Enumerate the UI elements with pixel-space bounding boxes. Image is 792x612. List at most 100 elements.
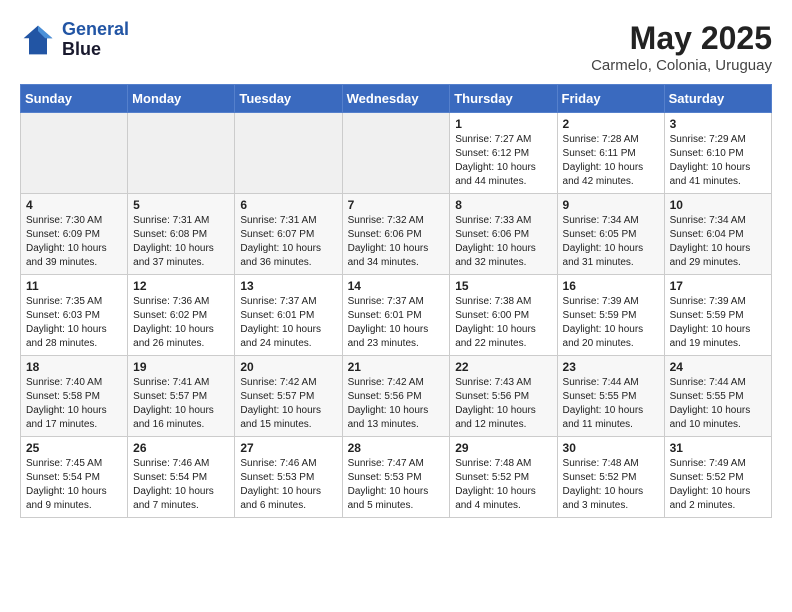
weekday-header-row: SundayMondayTuesdayWednesdayThursdayFrid… [21, 85, 772, 113]
day-number: 27 [240, 441, 336, 455]
calendar-cell [342, 113, 450, 194]
day-number: 1 [455, 117, 551, 131]
day-number: 12 [133, 279, 229, 293]
day-number: 16 [563, 279, 659, 293]
calendar-cell: 15Sunrise: 7:38 AM Sunset: 6:00 PM Dayli… [450, 275, 557, 356]
day-info: Sunrise: 7:31 AM Sunset: 6:07 PM Dayligh… [240, 214, 336, 270]
week-row-5: 25Sunrise: 7:45 AM Sunset: 5:54 PM Dayli… [21, 437, 772, 518]
location: Carmelo, Colonia, Uruguay [591, 57, 772, 74]
day-info: Sunrise: 7:42 AM Sunset: 5:56 PM Dayligh… [348, 376, 445, 432]
calendar-cell: 7Sunrise: 7:32 AM Sunset: 6:06 PM Daylig… [342, 194, 450, 275]
logo-blue: Blue [62, 39, 101, 59]
day-info: Sunrise: 7:28 AM Sunset: 6:11 PM Dayligh… [563, 133, 659, 189]
calendar-cell: 22Sunrise: 7:43 AM Sunset: 5:56 PM Dayli… [450, 356, 557, 437]
day-info: Sunrise: 7:46 AM Sunset: 5:53 PM Dayligh… [240, 457, 336, 513]
day-number: 2 [563, 117, 659, 131]
day-number: 21 [348, 360, 445, 374]
calendar-cell: 5 Sunrise: 7:31 AM Sunset: 6:08 PM Daylig… [128, 194, 235, 275]
weekday-header-sunday: Sunday [21, 85, 128, 113]
calendar-cell: 1 Sunrise: 7:27 AM Sunset: 6:12 PM Daylig… [450, 113, 557, 194]
day-number: 29 [455, 441, 551, 455]
calendar-cell: 29 Sunrise: 7:48 AM Sunset: 5:52 PM Dayli… [450, 437, 557, 518]
calendar-cell: 19 Sunrise: 7:41 AM Sunset: 5:57 PM Dayli… [128, 356, 235, 437]
day-info: Sunrise: 7:42 AM Sunset: 5:57 PM Dayligh… [240, 376, 336, 432]
calendar-cell: 20 Sunrise: 7:42 AM Sunset: 5:57 PM Dayli… [235, 356, 342, 437]
calendar-table: SundayMondayTuesdayWednesdayThursdayFrid… [20, 84, 772, 518]
day-number: 25 [26, 441, 122, 455]
day-info: Sunrise: 7:34 AM Sunset: 6:04 PM Dayligh… [670, 214, 766, 270]
logo-icon [20, 22, 56, 58]
week-row-3: 11 Sunrise: 7:35 AM Sunset: 6:03 PM Dayli… [21, 275, 772, 356]
weekday-header-friday: Friday [557, 85, 664, 113]
day-number: 31 [670, 441, 766, 455]
calendar-cell [21, 113, 128, 194]
day-info: Sunrise: 7:48 AM Sunset: 5:52 PM Dayligh… [563, 457, 659, 513]
day-number: 13 [240, 279, 336, 293]
day-info: Sunrise: 7:44 AM Sunset: 5:55 PM Dayligh… [670, 376, 766, 432]
calendar-cell: 12 Sunrise: 7:36 AM Sunset: 6:02 PM Dayli… [128, 275, 235, 356]
day-info: Sunrise: 7:33 AM Sunset: 6:06 PM Dayligh… [455, 214, 551, 270]
calendar-cell: 2 Sunrise: 7:28 AM Sunset: 6:11 PM Daylig… [557, 113, 664, 194]
day-number: 20 [240, 360, 336, 374]
weekday-header-wednesday: Wednesday [342, 85, 450, 113]
calendar-cell: 25Sunrise: 7:45 AM Sunset: 5:54 PM Dayli… [21, 437, 128, 518]
calendar-cell: 13 Sunrise: 7:37 AM Sunset: 6:01 PM Dayli… [235, 275, 342, 356]
day-info: Sunrise: 7:41 AM Sunset: 5:57 PM Dayligh… [133, 376, 229, 432]
calendar-cell: 4 Sunrise: 7:30 AM Sunset: 6:09 PM Daylig… [21, 194, 128, 275]
weekday-header-tuesday: Tuesday [235, 85, 342, 113]
day-info: Sunrise: 7:30 AM Sunset: 6:09 PM Dayligh… [26, 214, 122, 270]
calendar-cell: 8 Sunrise: 7:33 AM Sunset: 6:06 PM Daylig… [450, 194, 557, 275]
day-info: Sunrise: 7:48 AM Sunset: 5:52 PM Dayligh… [455, 457, 551, 513]
day-info: Sunrise: 7:37 AM Sunset: 6:01 PM Dayligh… [240, 295, 336, 351]
day-info: Sunrise: 7:46 AM Sunset: 5:54 PM Dayligh… [133, 457, 229, 513]
calendar-cell: 16 Sunrise: 7:39 AM Sunset: 5:59 PM Dayli… [557, 275, 664, 356]
page-header: General Blue May 2025 Carmelo, Colonia, … [20, 20, 772, 74]
day-number: 19 [133, 360, 229, 374]
day-number: 4 [26, 198, 122, 212]
week-row-4: 18 Sunrise: 7:40 AM Sunset: 5:58 PM Dayli… [21, 356, 772, 437]
day-info: Sunrise: 7:37 AM Sunset: 6:01 PM Dayligh… [348, 295, 445, 351]
day-number: 14 [348, 279, 445, 293]
calendar-cell: 17Sunrise: 7:39 AM Sunset: 5:59 PM Dayli… [664, 275, 771, 356]
day-info: Sunrise: 7:35 AM Sunset: 6:03 PM Dayligh… [26, 295, 122, 351]
day-number: 15 [455, 279, 551, 293]
day-number: 26 [133, 441, 229, 455]
logo: General Blue [20, 20, 129, 60]
calendar-cell: 24 Sunrise: 7:44 AM Sunset: 5:55 PM Dayli… [664, 356, 771, 437]
calendar-cell: 23Sunrise: 7:44 AM Sunset: 5:55 PM Dayli… [557, 356, 664, 437]
day-info: Sunrise: 7:27 AM Sunset: 6:12 PM Dayligh… [455, 133, 551, 189]
calendar-cell: 11 Sunrise: 7:35 AM Sunset: 6:03 PM Dayli… [21, 275, 128, 356]
day-info: Sunrise: 7:40 AM Sunset: 5:58 PM Dayligh… [26, 376, 122, 432]
weekday-header-thursday: Thursday [450, 85, 557, 113]
day-info: Sunrise: 7:43 AM Sunset: 5:56 PM Dayligh… [455, 376, 551, 432]
day-number: 8 [455, 198, 551, 212]
calendar-cell: 26 Sunrise: 7:46 AM Sunset: 5:54 PM Dayli… [128, 437, 235, 518]
day-number: 10 [670, 198, 766, 212]
day-info: Sunrise: 7:32 AM Sunset: 6:06 PM Dayligh… [348, 214, 445, 270]
calendar-cell: 3Sunrise: 7:29 AM Sunset: 6:10 PM Daylig… [664, 113, 771, 194]
day-number: 28 [348, 441, 445, 455]
calendar-cell: 30 Sunrise: 7:48 AM Sunset: 5:52 PM Dayli… [557, 437, 664, 518]
calendar-cell [235, 113, 342, 194]
day-number: 18 [26, 360, 122, 374]
calendar-cell: 10 Sunrise: 7:34 AM Sunset: 6:04 PM Dayli… [664, 194, 771, 275]
week-row-1: 1 Sunrise: 7:27 AM Sunset: 6:12 PM Daylig… [21, 113, 772, 194]
day-number: 24 [670, 360, 766, 374]
day-number: 11 [26, 279, 122, 293]
day-info: Sunrise: 7:36 AM Sunset: 6:02 PM Dayligh… [133, 295, 229, 351]
day-info: Sunrise: 7:39 AM Sunset: 5:59 PM Dayligh… [563, 295, 659, 351]
day-number: 30 [563, 441, 659, 455]
logo-general: General [62, 19, 129, 39]
day-number: 6 [240, 198, 336, 212]
day-info: Sunrise: 7:31 AM Sunset: 6:08 PM Dayligh… [133, 214, 229, 270]
day-number: 5 [133, 198, 229, 212]
calendar-cell: 31 Sunrise: 7:49 AM Sunset: 5:52 PM Dayli… [664, 437, 771, 518]
month-year: May 2025 [591, 20, 772, 57]
calendar-cell: 27 Sunrise: 7:46 AM Sunset: 5:53 PM Dayli… [235, 437, 342, 518]
calendar-cell: 9Sunrise: 7:34 AM Sunset: 6:05 PM Daylig… [557, 194, 664, 275]
day-number: 9 [563, 198, 659, 212]
day-info: Sunrise: 7:47 AM Sunset: 5:53 PM Dayligh… [348, 457, 445, 513]
day-info: Sunrise: 7:49 AM Sunset: 5:52 PM Dayligh… [670, 457, 766, 513]
weekday-header-saturday: Saturday [664, 85, 771, 113]
title-block: May 2025 Carmelo, Colonia, Uruguay [591, 20, 772, 74]
